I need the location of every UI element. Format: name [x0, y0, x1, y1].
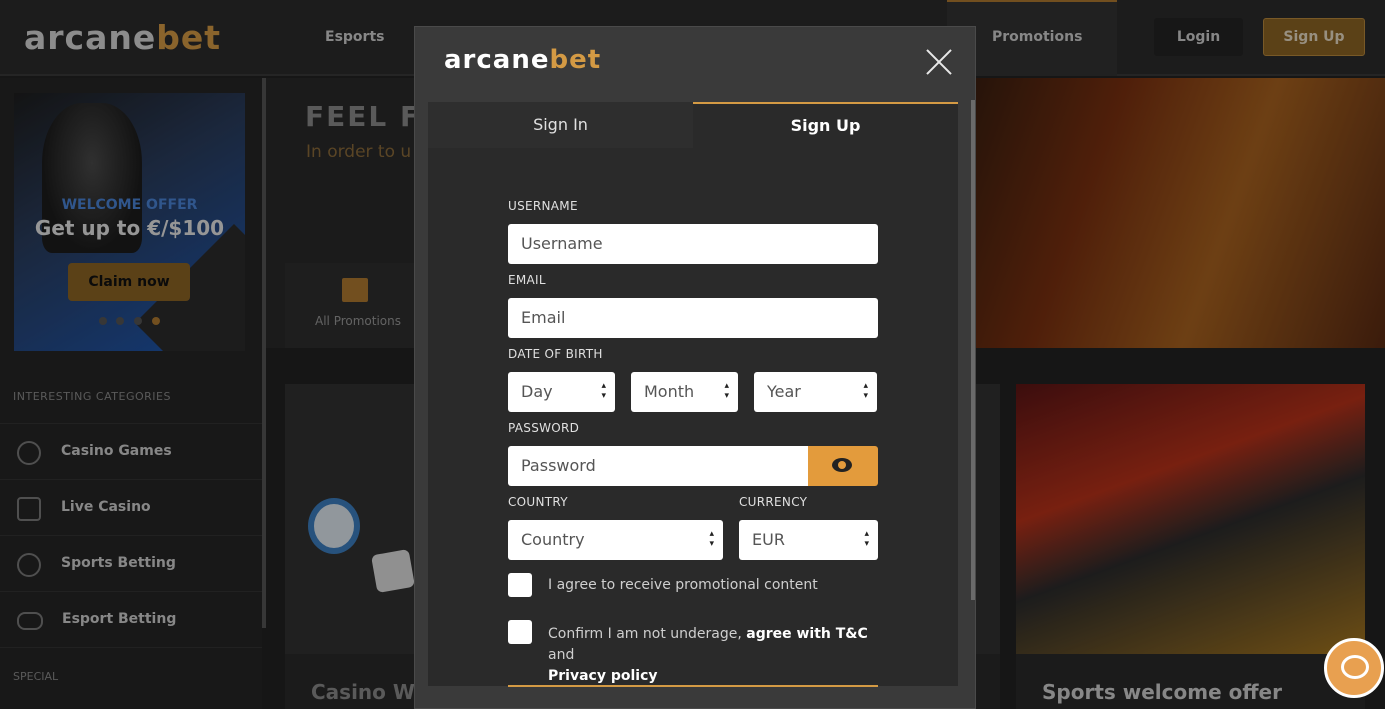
terms-label: Confirm I am not underage, agree with T&…	[548, 624, 878, 687]
email-label: EMAIL	[508, 273, 546, 287]
country-label: COUNTRY	[508, 495, 568, 509]
eye-pupil	[838, 461, 846, 469]
show-password-button[interactable]	[808, 446, 878, 486]
tab-sign-in[interactable]: Sign In	[428, 102, 693, 148]
country-select[interactable]: Country	[508, 520, 723, 560]
email-input[interactable]: Email	[508, 298, 878, 338]
terms-text: Confirm I am not underage,	[548, 626, 747, 642]
dob-year-value: Year	[767, 382, 801, 401]
logo-text-arcane: arcane	[444, 45, 550, 75]
password-label: PASSWORD	[508, 421, 580, 435]
modal-scrollbar[interactable]	[971, 100, 975, 600]
currency-value: EUR	[752, 530, 785, 549]
promo-consent-checkbox[interactable]	[508, 573, 532, 597]
username-label: USERNAME	[508, 199, 578, 213]
modal-logo: arcanebet	[444, 45, 601, 75]
username-input[interactable]: Username	[508, 224, 878, 264]
dob-month-select[interactable]: Month	[631, 372, 738, 412]
dob-day-select[interactable]: Day	[508, 372, 615, 412]
password-input[interactable]: Password	[508, 446, 810, 486]
dob-label: DATE OF BIRTH	[508, 347, 603, 361]
terms-link[interactable]: agree with T&C	[746, 626, 868, 642]
country-value: Country	[521, 530, 585, 549]
chat-bubble-icon	[1341, 655, 1369, 679]
logo-text-bet: bet	[549, 45, 602, 75]
currency-select[interactable]: EUR	[739, 520, 878, 560]
close-icon[interactable]	[925, 48, 953, 76]
submit-button-edge[interactable]	[508, 685, 878, 687]
chat-button[interactable]	[1324, 638, 1384, 698]
dob-month-value: Month	[644, 382, 695, 401]
dob-year-select[interactable]: Year	[754, 372, 877, 412]
promo-consent-label: I agree to receive promotional content	[548, 577, 818, 593]
dob-day-value: Day	[521, 382, 553, 401]
terms-checkbox[interactable]	[508, 620, 532, 644]
currency-label: CURRENCY	[739, 495, 808, 509]
privacy-policy-link[interactable]: Privacy policy	[548, 668, 658, 684]
terms-text-and: and	[548, 647, 575, 663]
tab-sign-up[interactable]: Sign Up	[693, 102, 958, 148]
